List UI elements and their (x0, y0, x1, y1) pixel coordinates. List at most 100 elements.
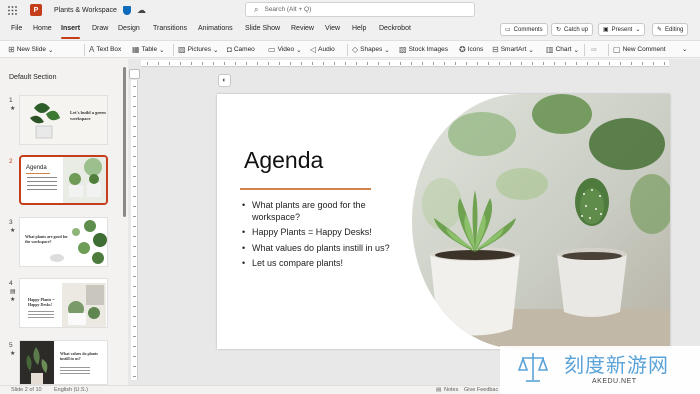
ruler-tick (133, 186, 136, 187)
tab-file[interactable]: File (11, 25, 22, 32)
ruler-tick (133, 296, 136, 297)
comments-button[interactable]: ▭ Comments (500, 23, 548, 36)
shapes-icon: ◇ (352, 45, 359, 54)
ribbon-more-button[interactable]: ⌄ (682, 45, 687, 53)
slide-thumbnail-2[interactable]: Agenda (19, 155, 108, 205)
link-button[interactable]: ∞ (591, 45, 597, 54)
language-indicator[interactable]: English (U.S.) (54, 387, 88, 393)
ruler-tick (334, 62, 335, 65)
thumbnail-plant-image (72, 220, 107, 264)
ruler-tick (246, 62, 247, 65)
smartart-button[interactable]: ⊟ SmartArt ⌄ (492, 45, 534, 54)
ruler-tick (133, 206, 136, 207)
chart-button[interactable]: ▥ Chart ⌄ (546, 45, 579, 54)
ruler-tick (411, 62, 412, 65)
new-slide-icon: ⊞ (8, 45, 15, 54)
stock-images-button[interactable]: ▧ Stock Images (399, 45, 448, 54)
table-button[interactable]: ▦ Table ⌄ (132, 45, 165, 54)
tab-review[interactable]: Review (291, 25, 314, 32)
ribbon-divider (173, 44, 174, 56)
camera-icon: ◘ (227, 45, 232, 54)
document-title[interactable]: Plants & Workspace (54, 7, 117, 14)
cameo-button[interactable]: ◘ Cameo (227, 45, 255, 54)
succulent-pots-image (412, 94, 670, 349)
transition-star-icon: ★ (10, 228, 16, 234)
ruler-tick (323, 62, 324, 65)
ruler-tick (444, 62, 445, 65)
app-launcher-icon[interactable] (0, 0, 24, 20)
new-comment-button[interactable]: ▢ New Comment (613, 45, 666, 54)
bullet-item[interactable]: What plants are good for the workspace? (242, 200, 412, 223)
editing-mode-button[interactable]: ✎ Editing (652, 23, 689, 36)
ruler-tick (133, 146, 136, 147)
tab-insert[interactable]: Insert (61, 25, 80, 32)
bullet-item[interactable]: What values do plants instill in us? (242, 243, 412, 255)
slide-number: 3 (9, 219, 13, 226)
ruler-tick (455, 62, 456, 65)
text-box-button[interactable]: A Text Box (89, 45, 121, 54)
ruler-tick (664, 62, 665, 65)
slide-plant-photo[interactable] (412, 94, 670, 349)
ruler-tick (290, 62, 291, 65)
thumbnail-scrollbar[interactable] (123, 67, 126, 217)
bullet-item[interactable]: Happy Plants = Happy Desks! (242, 227, 412, 239)
table-label: Table (141, 46, 158, 53)
present-button[interactable]: ▣ Present ⌄ (598, 23, 646, 36)
ruler-tick (543, 62, 544, 65)
cloud-save-icon[interactable]: ☁ (137, 5, 146, 16)
new-slide-button[interactable]: ⊞ New Slide ⌄ (8, 45, 53, 54)
designer-icon[interactable]: ◐ (218, 74, 231, 87)
title-accent-line (240, 188, 371, 190)
chevron-down-icon: ⌄ (296, 46, 302, 54)
tab-transitions[interactable]: Transitions (153, 25, 187, 32)
toggle-thumbnails-button[interactable] (129, 69, 140, 79)
audio-button[interactable]: ◁ Audio (310, 45, 335, 54)
ruler-tick (133, 306, 136, 307)
ruler-tick (301, 62, 302, 65)
chevron-down-icon: ⌄ (47, 46, 54, 54)
tab-help[interactable]: Help (352, 25, 366, 32)
section-label[interactable]: Default Section (9, 74, 56, 81)
icons-button[interactable]: ✪ Icons (459, 45, 483, 54)
catch-up-button[interactable]: ↻ Catch up (551, 23, 594, 36)
tab-slide-show[interactable]: Slide Show (245, 25, 280, 32)
ruler-tick (279, 62, 280, 65)
search-icon: ⌕ (254, 4, 259, 14)
ruler-tick (312, 62, 313, 65)
slide-thumbnail-4[interactable]: Happy Plants = Happy Desks! (19, 278, 108, 328)
ruler-tick (565, 62, 566, 65)
shapes-button[interactable]: ◇ Shapes ⌄ (352, 45, 390, 54)
ruler-tick (133, 236, 136, 237)
tab-animations[interactable]: Animations (198, 25, 233, 32)
catch-up-label: Catch up (564, 26, 589, 33)
ruler-tick (235, 62, 236, 65)
tab-design[interactable]: Design (118, 25, 140, 32)
slide-thumbnail-5[interactable]: What values do plants instill in us? (19, 340, 108, 385)
tab-home[interactable]: Home (33, 25, 52, 32)
tab-draw[interactable]: Draw (92, 25, 108, 32)
ribbon-divider (347, 44, 348, 56)
slide-title[interactable]: Agenda (244, 147, 323, 174)
pictures-button[interactable]: ▨ Pictures ⌄ (178, 45, 219, 54)
ribbon-divider (584, 44, 585, 56)
bullet-item[interactable]: Let us compare plants! (242, 258, 412, 270)
bullet-list[interactable]: What plants are good for the workspace? … (242, 200, 412, 274)
search-input[interactable]: ⌕ Search (Alt + Q) (245, 2, 475, 17)
ruler-tick (620, 62, 621, 65)
slide-counter: Slide 2 of 10 (11, 387, 42, 393)
tab-deckrobot[interactable]: Deckrobot (379, 25, 411, 32)
video-button[interactable]: ▭ Video ⌄ (268, 45, 302, 54)
notes-button[interactable]: Notes (444, 387, 458, 393)
give-feedback-button[interactable]: Give Feedbac (464, 387, 498, 393)
current-slide[interactable]: Agenda What plants are good for the work… (217, 94, 670, 349)
chevron-down-icon: ⌄ (159, 46, 165, 54)
sensitivity-shield-icon[interactable] (122, 5, 131, 15)
tab-view[interactable]: View (325, 25, 340, 32)
notes-icon[interactable]: ▤ (436, 387, 441, 393)
slide-thumbnail-3[interactable]: What plants are good for the workspace? (19, 217, 108, 267)
slide-thumbnail-1[interactable]: Let's build a green workspace (19, 95, 108, 145)
smartart-icon: ⊟ (492, 45, 499, 54)
slide-number: 4 (9, 280, 13, 287)
watermark-url: AKEDU.NET (592, 378, 637, 385)
thumbnail-caption: Happy Plants = Happy Desks! (28, 297, 55, 307)
